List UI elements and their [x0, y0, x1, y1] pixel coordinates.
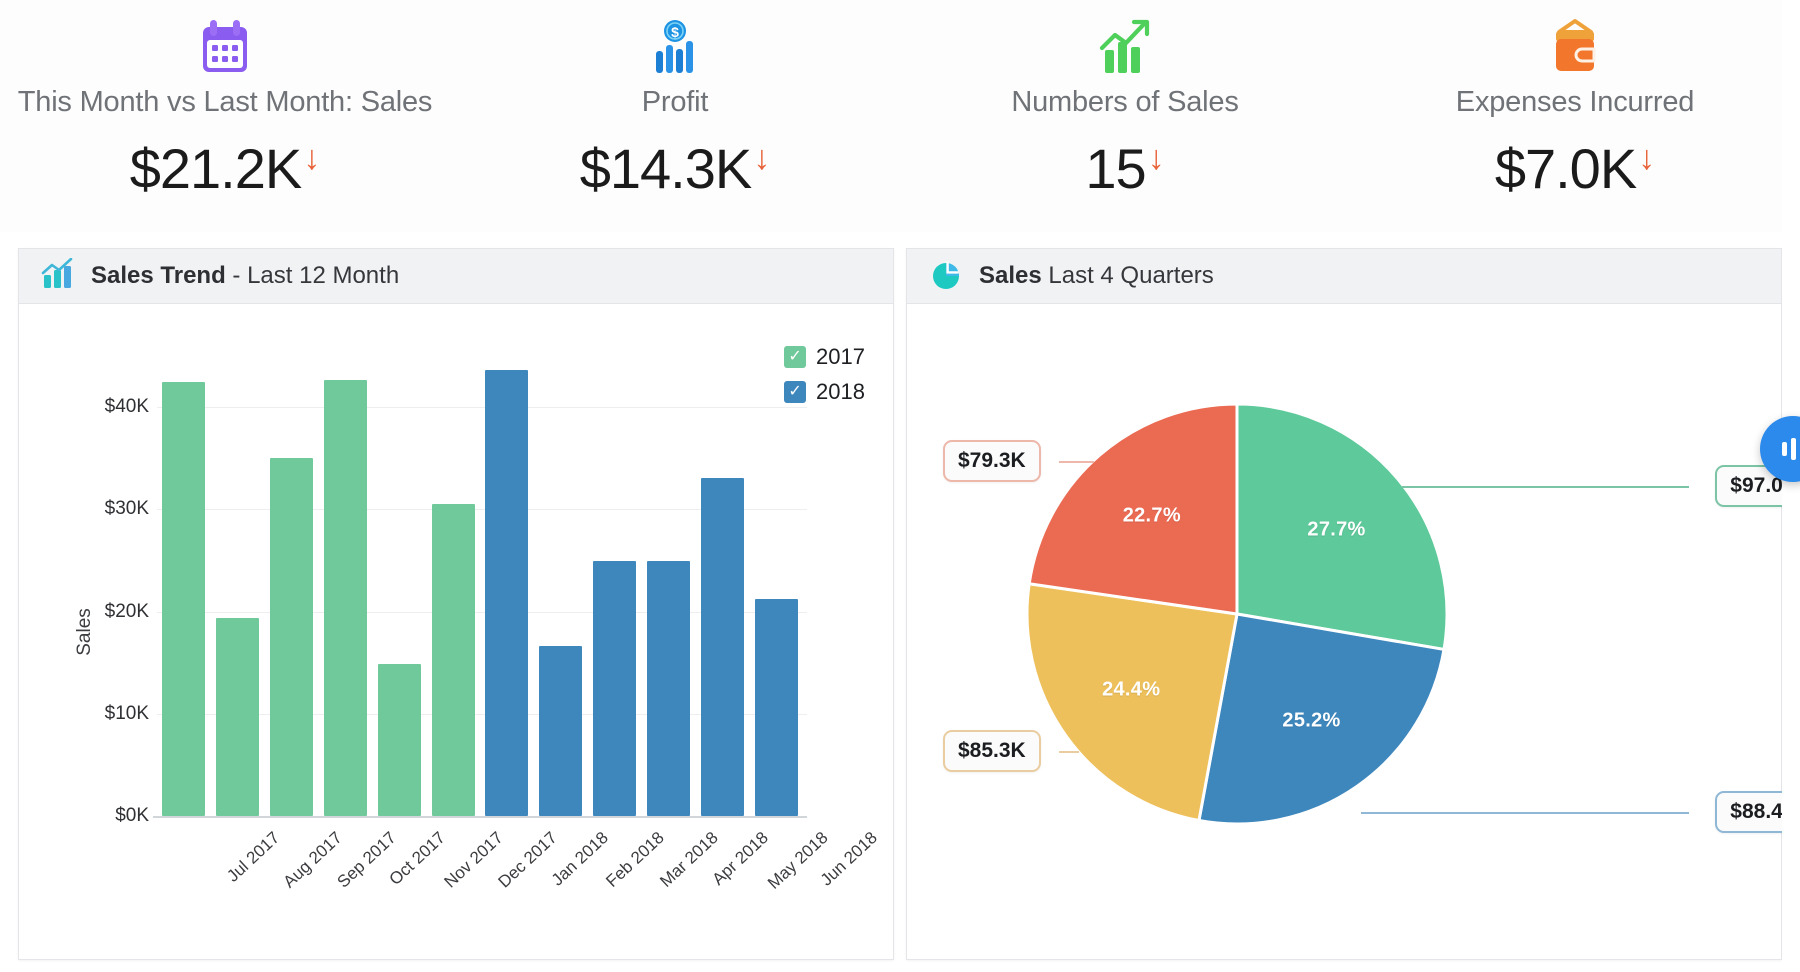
panel-title-bold: Sales Trend — [91, 262, 226, 289]
pie-slice-percent-label: 25.2% — [1282, 709, 1341, 732]
pie-slice[interactable] — [1025, 582, 1239, 823]
bar[interactable] — [700, 477, 744, 816]
bar-chart-icon — [41, 257, 75, 295]
trend-down-icon: ↓ — [1638, 139, 1656, 177]
x-axis-tick-label: Nov 2017 — [440, 828, 507, 892]
panel-sales-trend: Sales Trend - Last 12 Month Sales $0K $10… — [18, 248, 894, 960]
bar[interactable] — [593, 561, 637, 816]
x-axis-tick-label: Sep 2017 — [333, 828, 400, 892]
pie-slice-percent-label: 22.7% — [1122, 504, 1181, 527]
kpi-title: This Month vs Last Month: Sales — [17, 86, 433, 118]
right-edge-spacer — [1782, 0, 1800, 972]
trend-down-icon: ↓ — [1147, 139, 1165, 177]
kpi-value: $21.2K — [129, 137, 302, 200]
legend-label: 2017 — [816, 344, 865, 369]
kpi-title: Expenses Incurred — [1455, 86, 1695, 118]
kpi-card-numbers-of-sales[interactable]: Numbers of Sales 15 ↓ — [900, 0, 1350, 232]
legend-item-2018[interactable]: ✓ 2018 — [784, 379, 865, 405]
legend-item-2017[interactable]: ✓ 2017 — [784, 344, 865, 370]
bar[interactable] — [539, 646, 583, 816]
x-axis-tick-label: Dec 2017 — [494, 828, 561, 892]
chart-toggle-icon — [1781, 438, 1800, 460]
kpi-value-row: $14.3K ↓ — [579, 137, 771, 200]
panel-title: Sales Trend - Last 12 Month — [91, 262, 399, 290]
kpi-value-row: $21.2K ↓ — [129, 137, 321, 200]
bar[interactable] — [162, 381, 206, 816]
bottom-spacer — [0, 966, 1800, 972]
pie-callout-leader-line — [1401, 486, 1689, 488]
legend-checkbox[interactable]: ✓ — [784, 346, 807, 368]
y-axis-tick-label: $10K — [104, 702, 149, 724]
x-axis-tick-label: Aug 2017 — [279, 828, 346, 892]
pie-value-callout: $85.3K — [943, 730, 1041, 772]
kpi-card-sales[interactable]: This Month vs Last Month: Sales $21.2K ↓ — [0, 0, 450, 232]
y-axis-tick-label: $0K — [115, 805, 149, 826]
x-axis-tick-label: May 2018 — [764, 828, 832, 893]
bar[interactable] — [646, 561, 690, 816]
kpi-card-profit[interactable]: $ Profit $14.3K ↓ — [450, 0, 900, 232]
y-axis-tick-label: $20K — [104, 600, 149, 622]
growth-chart-icon — [1095, 12, 1155, 82]
y-axis-tick-label: $30K — [104, 498, 149, 520]
pie-slice-percent-label: 24.4% — [1102, 678, 1161, 701]
sales-quarters-pie-chart[interactable]: 27.7% 25.2% 24.4% 22.7% $97.0K $88.4K $85.3K $7… — [907, 304, 1800, 959]
panel-header: Sales Trend - Last 12 Month — [19, 249, 893, 304]
trend-down-icon: ↓ — [753, 139, 771, 177]
calendar-icon — [197, 12, 253, 82]
kpi-card-expenses[interactable]: Expenses Incurred $7.0K ↓ — [1350, 0, 1800, 232]
legend-label: 2018 — [816, 379, 865, 404]
y-axis-tick-label: $40K — [104, 396, 149, 418]
svg-text:$: $ — [671, 24, 679, 40]
kpi-title: Profit — [641, 86, 709, 118]
pie-slice-percent-label: 27.7% — [1307, 518, 1366, 541]
panel-title-bold: Sales — [979, 262, 1042, 289]
panel-header: Sales Last 4 Quarters — [907, 249, 1781, 304]
panel-title: Sales Last 4 Quarters — [979, 262, 1214, 290]
kpi-value-row: $7.0K ↓ — [1494, 137, 1656, 200]
pie-callout-leader-line — [1059, 751, 1079, 753]
kpi-value: 15 — [1085, 137, 1146, 200]
bar[interactable] — [754, 599, 798, 816]
legend-checkbox[interactable]: ✓ — [784, 381, 807, 403]
kpi-strip: This Month vs Last Month: Sales $21.2K ↓… — [0, 0, 1800, 232]
panel-title-sub: - Last 12 Month — [225, 262, 400, 289]
dashboard-page: This Month vs Last Month: Sales $21.2K ↓… — [0, 0, 1800, 972]
pie-value-callout: $79.3K — [943, 440, 1041, 482]
bar[interactable] — [485, 370, 529, 816]
kpi-value: $7.0K — [1494, 137, 1637, 200]
kpi-title: Numbers of Sales — [1011, 86, 1239, 118]
pie-callout-leader-line — [1059, 461, 1094, 463]
panel-body: Sales $0K $10K $20K $30K $40K Jul 2017 Aug 20… — [19, 304, 893, 959]
bar[interactable] — [216, 617, 260, 816]
bars-container — [157, 356, 803, 816]
x-axis-tick-label: Feb 2018 — [602, 828, 668, 891]
money-bar-chart-icon: $ — [647, 12, 703, 82]
x-axis-tick-label: Apr 2018 — [708, 828, 773, 889]
x-axis-tick-label: Mar 2018 — [655, 828, 722, 891]
kpi-value: $14.3K — [579, 137, 752, 200]
kpi-value-row: 15 ↓ — [1085, 137, 1165, 200]
bar[interactable] — [431, 504, 475, 816]
panel-title-sub: Last 4 Quarters — [1041, 262, 1214, 289]
bar[interactable] — [323, 379, 367, 816]
panel-body: 27.7% 25.2% 24.4% 22.7% $97.0K $88.4K $85.3K $7… — [907, 304, 1800, 959]
bar[interactable] — [270, 458, 314, 816]
pie-svg — [1025, 402, 1449, 826]
wallet-icon — [1545, 12, 1605, 82]
pie-callout-leader-line — [1361, 812, 1689, 814]
pie-chart-icon — [929, 257, 963, 296]
panel-sales-quarters: Sales Last 4 Quarters 27.7% 25.2% 24.4% 22.… — [906, 248, 1800, 960]
sales-trend-bar-chart[interactable]: Sales $0K $10K $20K $30K $40K Jul 2017 Aug 20… — [19, 304, 893, 959]
x-axis-tick-label: Jul 2017 — [223, 828, 284, 886]
chart-legend[interactable]: ✓ 2017 ✓ 2018 — [784, 344, 865, 414]
bar[interactable] — [377, 663, 421, 816]
x-axis-line — [153, 816, 807, 818]
trend-down-icon: ↓ — [303, 139, 321, 177]
